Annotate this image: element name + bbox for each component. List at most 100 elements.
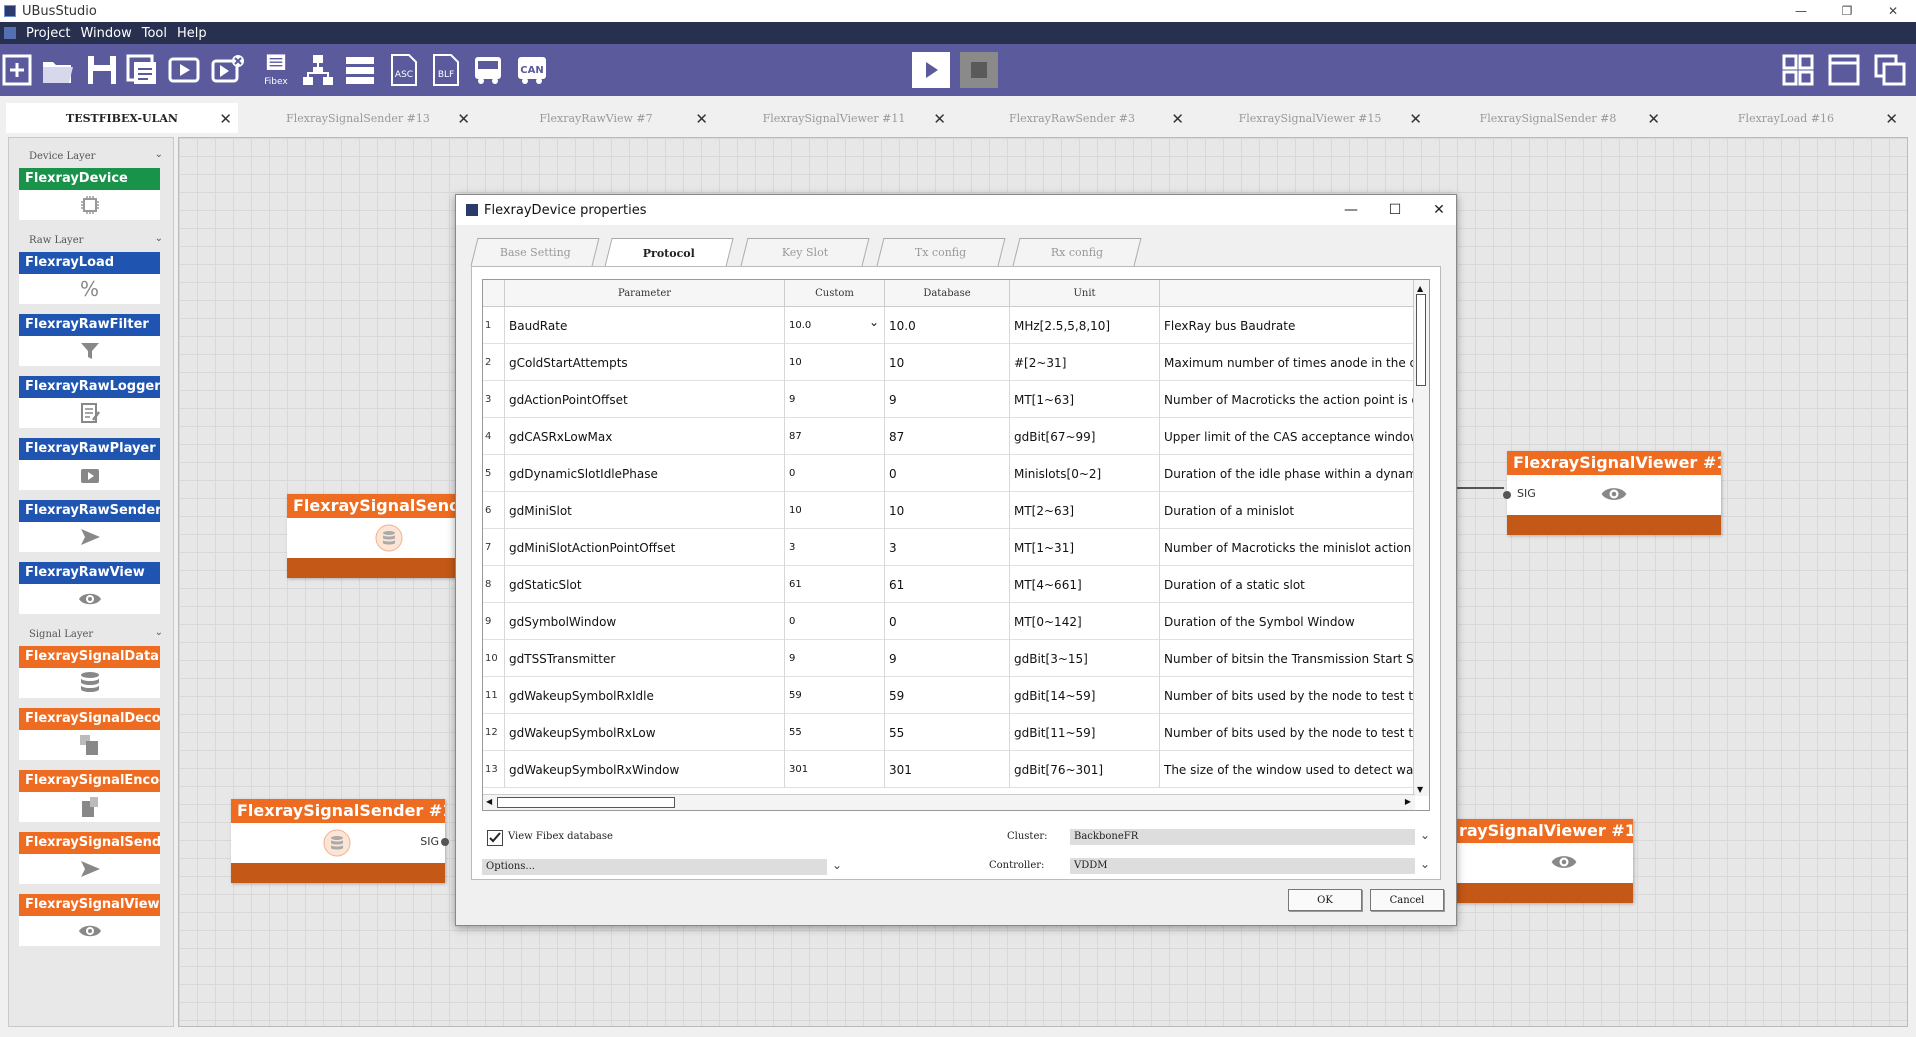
table-row[interactable]: 2 gColdStartAttempts 10 10 #[2~31] Maximum nu…: [483, 344, 1429, 381]
tile-windows-icon[interactable]: [1780, 52, 1816, 88]
close-tab-icon[interactable]: ✕: [1885, 110, 1898, 128]
table-row[interactable]: 3 gdActionPointOffset 9 9 MT[1~63] Number of …: [483, 381, 1429, 418]
raw-layer-header[interactable]: Raw Layer ⌄: [9, 230, 175, 250]
tab-flexrayrawsender-3[interactable]: FlexrayRawSender #3 ✕: [954, 103, 1190, 133]
custom-value-cell[interactable]: 9: [785, 640, 885, 677]
palette-item-flexraysignaldecode[interactable]: FlexraySignalDecode: [19, 708, 160, 760]
sig-output-port[interactable]: [441, 838, 449, 846]
palette-item-flexraydevice[interactable]: FlexrayDevice: [19, 168, 160, 220]
table-row[interactable]: 9 gdSymbolWindow 0 0 MT[0~142] Duration of th…: [483, 603, 1429, 640]
horizontal-scrollbar[interactable]: ◀ ▶: [483, 794, 1415, 810]
table-row[interactable]: 4 gdCASRxLowMax 87 87 gdBit[67~99] Upper limi…: [483, 418, 1429, 455]
single-window-icon[interactable]: [1826, 52, 1862, 88]
close-tab-icon[interactable]: ✕: [457, 110, 470, 128]
vertical-scrollbar[interactable]: ▲ ▼: [1413, 280, 1429, 796]
palette-item-flexrayrawview[interactable]: FlexrayRawView: [19, 562, 160, 614]
menu-window[interactable]: Window: [80, 26, 131, 41]
table-row[interactable]: 7 gdMiniSlotActionPointOffset 3 3 MT[1~31] Nu…: [483, 529, 1429, 566]
signal-layer-header[interactable]: Signal Layer ⌄: [9, 624, 175, 644]
device-layer-header[interactable]: Device Layer ⌄: [9, 146, 175, 166]
scroll-right-icon[interactable]: ▶: [1405, 797, 1411, 806]
play-file-icon[interactable]: [166, 52, 202, 88]
cluster-select[interactable]: BackboneFR: [1070, 829, 1415, 845]
tab-tx-config[interactable]: Tx config: [876, 238, 1006, 266]
node-flexraysignalviewer-11[interactable]: raySignalViewer #11: [1453, 819, 1633, 903]
column-header-custom[interactable]: Custom: [785, 280, 885, 307]
tab-rx-config[interactable]: Rx config: [1012, 238, 1142, 266]
close-tab-icon[interactable]: ✕: [933, 110, 946, 128]
dialog-close-button[interactable]: ✕: [1424, 199, 1454, 221]
start-button[interactable]: [912, 52, 950, 88]
scroll-up-icon[interactable]: ▲: [1417, 284, 1423, 293]
scroll-down-icon[interactable]: ▼: [1417, 785, 1423, 794]
custom-value-cell[interactable]: 0: [785, 455, 885, 492]
palette-item-flexrayrawsender[interactable]: FlexrayRawSender: [19, 500, 160, 552]
tab-flexrayrawview-7[interactable]: FlexrayRawView #7 ✕: [478, 103, 714, 133]
chevron-down-icon[interactable]: ⌄: [1420, 828, 1430, 842]
node-flexraysignalviewer-15[interactable]: FlexraySignalViewer #15 SIG: [1503, 451, 1721, 535]
tab-base-setting[interactable]: Base Setting: [470, 238, 600, 266]
tab-protocol[interactable]: Protocol: [604, 238, 734, 267]
list-icon[interactable]: [342, 52, 378, 88]
column-header-parameter[interactable]: Parameter: [505, 280, 785, 307]
custom-value-cell[interactable]: 3: [785, 529, 885, 566]
chevron-down-icon[interactable]: ⌄: [1420, 857, 1430, 871]
restore-button[interactable]: ❐: [1824, 0, 1870, 22]
custom-value-cell[interactable]: 55: [785, 714, 885, 751]
save-icon[interactable]: [84, 52, 120, 88]
close-tab-icon[interactable]: ✕: [1409, 110, 1422, 128]
options-dropdown[interactable]: Options...: [482, 859, 827, 875]
menu-project[interactable]: Project: [26, 26, 70, 41]
custom-value-cell[interactable]: 0: [785, 603, 885, 640]
stop-button[interactable]: [960, 52, 998, 88]
table-row[interactable]: 8 gdStaticSlot 61 61 MT[4~661] Duration of a …: [483, 566, 1429, 603]
new-icon[interactable]: [0, 52, 36, 88]
tab-flexraysignalsender-8[interactable]: FlexraySignalSender #8 ✕: [1430, 103, 1666, 133]
palette-item-flexrayrawplayer[interactable]: FlexrayRawPlayer: [19, 438, 160, 490]
tab-flexraysignalviewer-15[interactable]: FlexraySignalViewer #15 ✕: [1192, 103, 1428, 133]
palette-item-flexrayrawlogger[interactable]: FlexrayRawLogger: [19, 376, 160, 428]
tab-testfibex-ulan[interactable]: TESTFIBEX-ULAN ✕: [6, 103, 238, 133]
asc-file-icon[interactable]: ASC: [386, 52, 422, 88]
custom-value-cell[interactable]: 9: [785, 381, 885, 418]
palette-item-flexraysignalviewer[interactable]: FlexraySignalViewer: [19, 894, 160, 946]
tab-flexraysignalviewer-11[interactable]: FlexraySignalViewer #11 ✕: [716, 103, 952, 133]
node-flexraysignalsender-13[interactable]: FlexraySignalSender #13 SIG: [231, 799, 449, 883]
custom-value-cell[interactable]: 10: [785, 344, 885, 381]
close-button[interactable]: ✕: [1870, 0, 1916, 22]
table-row[interactable]: 1 BaudRate 10.0 ⌄ 10.0 MHz[2.5,5,8,10] FlexRay…: [483, 307, 1429, 344]
close-tab-icon[interactable]: ✕: [1647, 110, 1660, 128]
node-flexraysignalsender[interactable]: FlexraySignalSender: [287, 494, 457, 578]
palette-item-flexrayload[interactable]: FlexrayLoad %: [19, 252, 160, 304]
table-row[interactable]: 5 gdDynamicSlotIdlePhase 0 0 Minislots[0~2] D…: [483, 455, 1429, 492]
custom-value-cell[interactable]: 59: [785, 677, 885, 714]
column-header-database[interactable]: Database: [885, 280, 1010, 307]
bus-icon[interactable]: [470, 52, 506, 88]
cascade-windows-icon[interactable]: [1872, 52, 1908, 88]
dialog-maximize-button[interactable]: ☐: [1380, 199, 1410, 221]
scroll-left-icon[interactable]: ◀: [486, 797, 492, 806]
view-fibex-checkbox[interactable]: [487, 830, 503, 846]
custom-value-cell[interactable]: 10: [785, 492, 885, 529]
menu-help[interactable]: Help: [177, 26, 207, 41]
custom-value-cell[interactable]: 301: [785, 751, 885, 788]
cancel-button[interactable]: Cancel: [1370, 889, 1444, 911]
close-tab-icon[interactable]: ✕: [219, 110, 232, 128]
save-all-icon[interactable]: [124, 52, 160, 88]
column-header-description[interactable]: [1160, 280, 1415, 307]
custom-value-cell[interactable]: 61: [785, 566, 885, 603]
minimize-button[interactable]: —: [1778, 0, 1824, 22]
custom-value-cell[interactable]: 87: [785, 418, 885, 455]
tab-flexrayload-16[interactable]: FlexrayLoad #16 ✕: [1668, 103, 1904, 133]
palette-item-flexraysignaldata[interactable]: FlexraySignalData: [19, 646, 160, 698]
network-icon[interactable]: [300, 52, 336, 88]
chevron-down-icon[interactable]: ⌄: [832, 858, 842, 872]
open-folder-icon[interactable]: [40, 52, 76, 88]
menu-tool[interactable]: Tool: [142, 26, 167, 41]
vertical-scroll-thumb[interactable]: [1416, 294, 1426, 386]
can-bus-icon[interactable]: CAN: [514, 52, 550, 88]
close-tab-icon[interactable]: ✕: [695, 110, 708, 128]
ok-button[interactable]: OK: [1288, 889, 1362, 911]
controller-select[interactable]: VDDM: [1070, 858, 1415, 874]
table-row[interactable]: 10 gdTSSTransmitter 9 9 gdBit[3~15] Number of…: [483, 640, 1429, 677]
